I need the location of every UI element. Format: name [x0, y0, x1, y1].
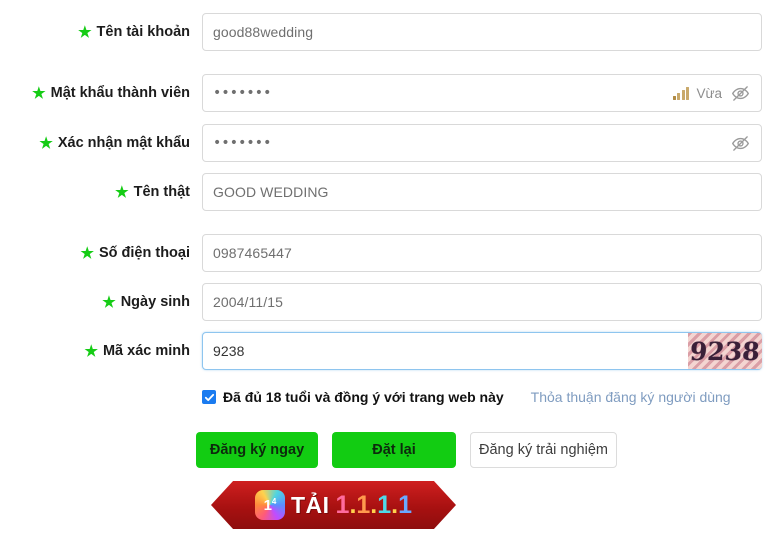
- label-birth-date-text: Ngày sinh: [120, 294, 190, 310]
- agreement-row: Đã đủ 18 tuổi và đồng ý với trang web nà…: [202, 389, 731, 405]
- form-row-verification-code: ★ Mã xác minh 9238 9238: [0, 332, 775, 370]
- label-phone-number: ★ Số điện thoại: [0, 234, 190, 272]
- banner-number-3: 1: [377, 490, 392, 519]
- app-icon: 14: [254, 490, 285, 520]
- input-member-password[interactable]: ••••••• Vừa: [202, 74, 762, 112]
- input-confirm-password[interactable]: •••••••: [202, 124, 762, 162]
- label-confirm-password: ★ Xác nhận mật khẩu: [0, 124, 190, 162]
- form-row-confirm-password: ★ Xác nhận mật khẩu •••••••: [0, 124, 775, 162]
- star-icon: ★: [102, 293, 116, 311]
- banner-number-1: 1: [335, 490, 350, 519]
- confirm-password-tools: [729, 132, 751, 154]
- label-real-name-text: Tên thật: [133, 184, 190, 200]
- age-agreement-checkbox[interactable]: [202, 390, 216, 404]
- reset-button[interactable]: Đặt lại: [332, 432, 456, 468]
- banner-word: TẢI: [290, 491, 330, 518]
- input-phone-number[interactable]: 0987465447: [202, 234, 762, 272]
- banner-number-4: 1: [398, 490, 413, 519]
- form-row-birth-date: ★ Ngày sinh 2004/11/15: [0, 283, 775, 321]
- label-username: ★ Tên tài khoản: [0, 13, 190, 51]
- label-member-password: ★ Mật khẩu thành viên: [0, 74, 190, 112]
- eye-slash-icon[interactable]: [729, 82, 751, 104]
- action-buttons: Đăng ký ngay Đặt lại Đăng ký trải nghiệm: [196, 432, 617, 468]
- signal-bars-icon: [672, 86, 690, 100]
- input-real-name[interactable]: GOOD WEDDING: [202, 173, 762, 211]
- form-row-phone-number: ★ Số điện thoại 0987465447: [0, 234, 775, 272]
- star-icon: ★: [80, 244, 94, 262]
- input-username-value: good88wedding: [213, 24, 314, 40]
- trial-register-button[interactable]: Đăng ký trải nghiệm: [470, 432, 617, 468]
- download-banner[interactable]: 14 TẢI 1.1.1.1: [211, 481, 456, 529]
- form-row-real-name: ★ Tên thật GOOD WEDDING: [0, 173, 775, 211]
- label-confirm-password-text: Xác nhận mật khẩu: [57, 135, 190, 151]
- label-verification-code: ★ Mã xác minh: [0, 332, 190, 370]
- input-verification-code[interactable]: 9238: [202, 332, 762, 370]
- user-agreement-link[interactable]: Thỏa thuận đăng ký người dùng: [531, 389, 731, 405]
- label-username-text: Tên tài khoản: [96, 24, 190, 40]
- captcha-image[interactable]: 9238: [688, 333, 762, 369]
- label-birth-date: ★ Ngày sinh: [0, 283, 190, 321]
- eye-slash-icon[interactable]: [729, 132, 751, 154]
- input-real-name-value: GOOD WEDDING: [213, 184, 329, 200]
- banner-numbers: 1.1.1.1: [335, 490, 413, 519]
- star-icon: ★: [78, 23, 92, 41]
- form-row-username: ★ Tên tài khoản good88wedding: [0, 13, 775, 51]
- star-icon: ★: [32, 84, 46, 102]
- captcha-text: 9238: [689, 336, 761, 366]
- registration-form-page: ★ Tên tài khoản good88wedding ★ Mật khẩu…: [0, 0, 775, 533]
- banner-number-2: 1: [356, 490, 371, 519]
- input-username[interactable]: good88wedding: [202, 13, 762, 51]
- form-row-member-password: ★ Mật khẩu thành viên ••••••• Vừa: [0, 74, 775, 112]
- star-icon: ★: [39, 134, 53, 152]
- input-birth-date[interactable]: 2004/11/15: [202, 283, 762, 321]
- input-verification-code-value: 9238: [213, 343, 245, 359]
- label-verification-code-text: Mã xác minh: [102, 343, 190, 359]
- input-phone-number-value: 0987465447: [213, 245, 292, 261]
- star-icon: ★: [84, 342, 98, 360]
- banner-content: 14 TẢI 1.1.1.1: [214, 484, 453, 526]
- label-member-password-text: Mật khẩu thành viên: [50, 85, 190, 101]
- password-tools: Vừa: [672, 82, 751, 104]
- input-confirm-password-value: •••••••: [213, 135, 272, 151]
- star-icon: ★: [115, 183, 129, 201]
- input-birth-date-value: 2004/11/15: [213, 294, 284, 310]
- label-real-name: ★ Tên thật: [0, 173, 190, 211]
- input-member-password-value: •••••••: [213, 85, 272, 101]
- password-strength-label: Vừa: [696, 85, 722, 101]
- app-icon-glyph: 14: [263, 496, 277, 514]
- agreement-text: Đã đủ 18 tuổi và đồng ý với trang web nà…: [223, 389, 504, 405]
- label-phone-number-text: Số điện thoại: [98, 245, 190, 261]
- register-now-button[interactable]: Đăng ký ngay: [196, 432, 318, 468]
